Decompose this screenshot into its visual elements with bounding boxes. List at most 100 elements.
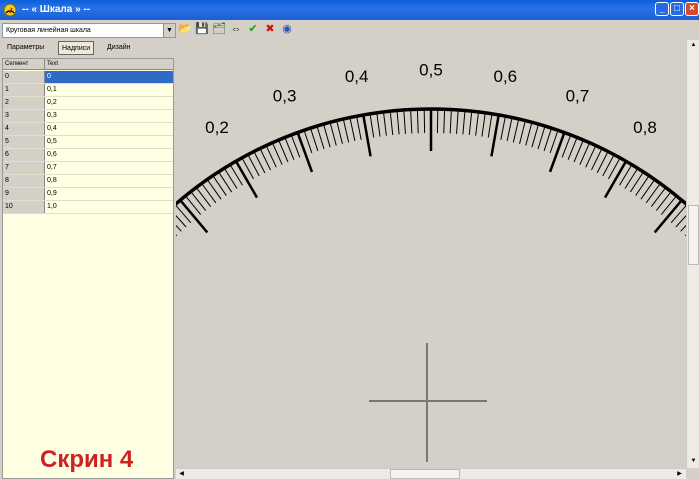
scale-type-dropdown[interactable]: Круговая линейная шкала ▼: [2, 23, 176, 38]
label-text-cell[interactable]: 0,5: [45, 136, 173, 148]
scale-label: 0,4: [345, 67, 369, 86]
labels-table[interactable]: Сегмент Text 0 0 1 0,1 2 0,2 3 0,3 4 0,4 5 0,5 6 0,6 7…: [2, 58, 174, 479]
tab-parameters[interactable]: Параметры: [4, 41, 47, 55]
scale-label: 0,8: [633, 118, 657, 137]
minor-tick: [329, 122, 337, 146]
scroll-left-icon[interactable]: ◀: [176, 469, 187, 479]
vertical-scrollbar[interactable]: ▲ ▼: [686, 40, 699, 468]
minor-tick: [206, 179, 222, 200]
minor-tick: [456, 109, 459, 134]
column-header-text[interactable]: Text: [45, 59, 173, 70]
save-as-icon[interactable]: 🗂: [212, 22, 226, 36]
minor-tick: [443, 109, 446, 134]
label-text-cell[interactable]: 0,7: [45, 162, 173, 174]
minor-tick: [635, 175, 650, 196]
minor-tick: [349, 117, 356, 142]
major-tick: [548, 132, 566, 173]
tab-design[interactable]: Дизайн: [104, 41, 134, 55]
minor-tick: [525, 122, 533, 146]
table-row[interactable]: 2 0,2: [3, 97, 173, 110]
minor-tick: [416, 109, 419, 134]
major-tick: [362, 114, 372, 157]
segment-index-cell: 5: [3, 136, 45, 148]
table-row[interactable]: 00: [3, 71, 173, 84]
minor-tick: [336, 120, 343, 144]
minor-tick: [475, 111, 480, 136]
table-row[interactable]: 5 0,5: [3, 136, 173, 149]
table-row[interactable]: 3 0,3: [3, 110, 173, 123]
horizontal-scrollbar[interactable]: ◀ ▶: [176, 468, 686, 479]
segment-index-cell: 2: [3, 97, 45, 109]
minor-tick: [462, 110, 466, 135]
tab-labels[interactable]: Надписи: [58, 41, 95, 55]
minor-tick: [650, 187, 667, 208]
maximize-button[interactable]: □: [670, 2, 684, 16]
label-text-cell[interactable]: 0,6: [45, 149, 173, 161]
label-text-cell[interactable]: 0,4: [45, 123, 173, 135]
scroll-right-icon[interactable]: ▶: [674, 469, 685, 479]
scale-label: 0,3: [273, 86, 297, 105]
minor-tick: [537, 125, 546, 150]
minor-tick: [629, 171, 644, 193]
minor-tick: [382, 111, 387, 136]
open-folder-icon[interactable]: 📂: [178, 22, 192, 36]
label-text-cell[interactable]: 0,3: [45, 110, 173, 122]
scale-label: 0,5: [419, 60, 443, 79]
label-text-cell[interactable]: 0,2: [45, 97, 173, 109]
minor-tick: [284, 137, 295, 160]
minor-tick: [403, 109, 406, 134]
close-button[interactable]: ×: [685, 2, 699, 16]
scale-label: 0,7: [566, 86, 590, 105]
column-header-segment[interactable]: Сегмент: [3, 59, 45, 70]
minor-tick: [512, 118, 520, 143]
table-row[interactable]: 4 0,4: [3, 123, 173, 136]
table-row[interactable]: 6 0,6: [3, 149, 173, 162]
table-row[interactable]: 7 0,7: [3, 162, 173, 175]
label-text-cell[interactable]: 0,9: [45, 188, 173, 200]
table-row[interactable]: 1 0,1: [3, 84, 173, 97]
ok-check-icon[interactable]: ✔: [246, 22, 260, 36]
minor-tick: [212, 175, 227, 196]
minor-tick: [195, 187, 212, 208]
table-row[interactable]: 9 0,9: [3, 188, 173, 201]
minimize-button[interactable]: _: [655, 2, 669, 16]
help-icon[interactable]: ◉: [280, 22, 294, 36]
minor-tick: [185, 195, 202, 215]
minor-tick: [449, 109, 452, 134]
minor-tick: [410, 109, 413, 134]
minor-tick: [303, 130, 313, 154]
save-icon[interactable]: 💾: [195, 22, 209, 36]
table-header: Сегмент Text: [3, 59, 173, 70]
cancel-x-icon[interactable]: ✖: [263, 22, 277, 36]
minor-tick: [218, 171, 233, 193]
table-row[interactable]: 10 1,0: [3, 201, 173, 214]
minor-tick: [356, 116, 362, 140]
title-bar[interactable]: -- « Шкала » -- _ □ ×: [0, 0, 699, 20]
segment-index-cell: 0: [3, 71, 45, 83]
segment-index-cell: 8: [3, 175, 45, 187]
chevron-down-icon[interactable]: ▼: [163, 24, 175, 37]
minor-tick: [369, 113, 375, 138]
vertical-scroll-thumb[interactable]: [688, 205, 699, 265]
fit-width-icon[interactable]: ⇔: [229, 22, 243, 36]
minor-tick: [396, 110, 400, 135]
major-tick: [296, 132, 314, 173]
minor-tick: [624, 167, 639, 189]
scroll-down-icon[interactable]: ▼: [688, 456, 699, 467]
label-text-cell[interactable]: 0: [45, 71, 173, 83]
scale-canvas[interactable]: 00,10,20,30,40,50,60,70,80,91,0: [98, 40, 699, 468]
minor-tick: [342, 118, 350, 143]
label-text-cell[interactable]: 1,0: [45, 201, 173, 213]
label-text-cell[interactable]: 0,8: [45, 175, 173, 187]
minor-tick: [549, 130, 559, 154]
segment-index-cell: 7: [3, 162, 45, 174]
scroll-up-icon[interactable]: ▲: [688, 40, 699, 51]
horizontal-scroll-thumb[interactable]: [390, 469, 460, 479]
minor-tick: [500, 116, 506, 140]
label-text-cell[interactable]: 0,1: [45, 84, 173, 96]
minor-tick: [543, 127, 552, 152]
major-tick: [490, 114, 500, 157]
minor-tick: [190, 191, 207, 211]
table-row[interactable]: 8 0,8: [3, 175, 173, 188]
segment-index-cell: 10: [3, 201, 45, 213]
